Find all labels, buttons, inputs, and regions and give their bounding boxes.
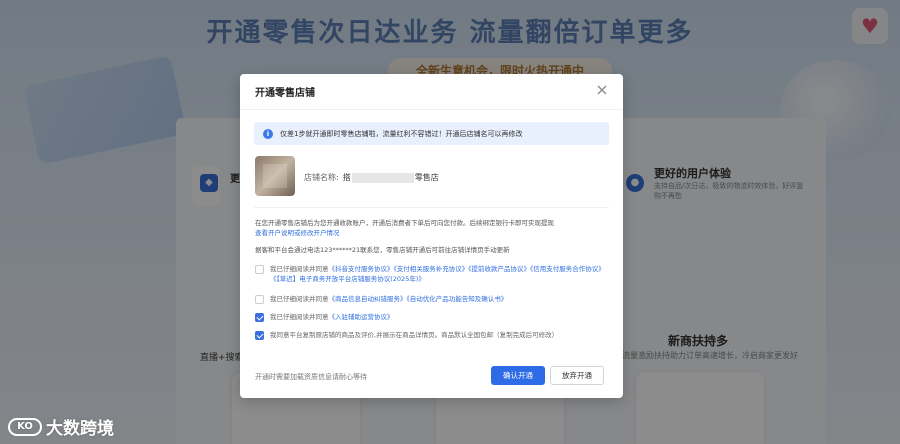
confirm-open-button[interactable]: 确认开通 bbox=[491, 366, 545, 385]
agreement-checkbox-operation[interactable] bbox=[255, 313, 264, 322]
agreement-text: 我已仔细阅读并同意《商品信息自动纠错服务》《自动优化产品功能告知及确认书》 bbox=[270, 294, 507, 304]
divider bbox=[254, 207, 609, 208]
agreement-row-product-info: 我已仔细阅读并同意《商品信息自动纠错服务》《自动优化产品功能告知及确认书》 bbox=[255, 294, 605, 304]
account-setup-link[interactable]: 查看开户说明或修改开户情况 bbox=[255, 229, 340, 237]
watermark-logo: KO 大数跨境 bbox=[8, 414, 114, 439]
agreement-row-operation: 我已仔细阅读并同意《入驻辅助运营协议》 bbox=[255, 312, 605, 322]
store-avatar bbox=[255, 156, 295, 196]
account-description-text: 在您开通零售店铺后为您开通收款账户，开通后消费者下单后可向您付款。后续绑定银行卡… bbox=[255, 219, 554, 227]
agreement-row-payment: 我已仔细阅读并同意《抖音支付服务协议》《支付相关服务补充协议》《提前收款产品协议… bbox=[255, 264, 605, 284]
notice-text: 仅差1步就开通即时零售店铺啦，流量红利不容错过！开通后店铺名可以再修改 bbox=[280, 129, 523, 138]
info-icon: i bbox=[263, 128, 273, 139]
notice-banner: i 仅差1步就开通即时零售店铺啦，流量红利不容错过！开通后店铺名可以再修改 bbox=[254, 122, 609, 145]
store-name-row: 店铺名称: 搭 零售店 bbox=[304, 172, 439, 183]
agreement-prefix: 我已仔细阅读并同意 bbox=[270, 265, 329, 273]
agreement-checkbox-product-info[interactable] bbox=[255, 295, 264, 304]
agreement-checkbox-copy-products[interactable] bbox=[255, 331, 264, 340]
dialog-title: 开通零售店铺 bbox=[255, 88, 315, 99]
open-retail-store-dialog: 开通零售店铺 i 仅差1步就开通即时零售店铺啦，流量红利不容错过！开通后店铺名可… bbox=[240, 74, 623, 398]
loading-note: 开通时需要加载资质信息请耐心等待 bbox=[255, 373, 367, 381]
agreement-prefix: 我已仔细阅读并同意 bbox=[270, 295, 329, 303]
agreement-text: 我同意平台复制原店铺的商品及评价,并展示在商品详情页。商品默认全国包邮（复制完成… bbox=[270, 331, 559, 339]
agreement-text: 我已仔细阅读并同意《入驻辅助运营协议》 bbox=[270, 312, 394, 322]
dialog-header: 开通零售店铺 bbox=[240, 74, 623, 110]
account-description: 在您开通零售店铺后为您开通收款账户，开通后消费者下单后可向您付款。后续绑定银行卡… bbox=[255, 218, 610, 238]
contact-description: 据客和平台会通过电话123******21联系您，零售店铺开通后可前往店铺详情页… bbox=[255, 246, 510, 254]
agreement-link[interactable]: 《商品信息自动纠错服务》《自动优化产品功能告知及确认书》 bbox=[329, 295, 508, 303]
agreement-text: 我已仔细阅读并同意《抖音支付服务协议》《支付相关服务补充协议》《提前收款产品协议… bbox=[270, 264, 605, 284]
close-icon[interactable] bbox=[595, 83, 609, 97]
abandon-open-button[interactable]: 放弃开通 bbox=[550, 366, 604, 385]
logo-mark: KO bbox=[8, 417, 42, 436]
agreement-link[interactable]: 《入驻辅助运营协议》 bbox=[329, 313, 394, 321]
agreement-checkbox-payment[interactable] bbox=[255, 265, 264, 274]
store-name-prefix: 搭 bbox=[342, 173, 351, 182]
store-name-label: 店铺名称: bbox=[304, 173, 339, 182]
store-name-redacted bbox=[351, 172, 414, 183]
logo-text: 大数跨境 bbox=[46, 419, 114, 439]
agreement-prefix: 我已仔细阅读并同意 bbox=[270, 313, 329, 321]
agreement-row-copy-products: 我同意平台复制原店铺的商品及评价,并展示在商品详情页。商品默认全国包邮（复制完成… bbox=[255, 330, 605, 340]
store-name-suffix: 零售店 bbox=[414, 173, 439, 182]
